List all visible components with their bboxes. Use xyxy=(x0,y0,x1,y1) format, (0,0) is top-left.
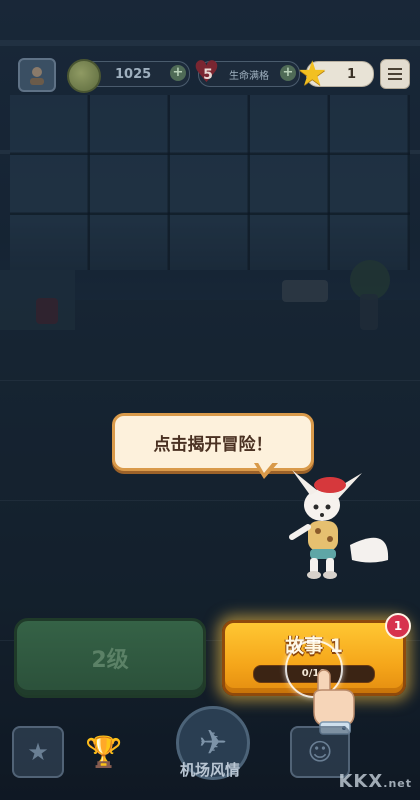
coin-counter: 1025 + xyxy=(67,59,190,93)
watermark-text: KKX xyxy=(338,771,384,792)
avatar-icon xyxy=(30,67,44,85)
top-hud: 1025 + ♥ 5 生命满格 + ★ 1 xyxy=(0,54,420,94)
level-button[interactable]: 2级 xyxy=(14,618,206,698)
hamburger-menu-icon xyxy=(388,68,402,70)
watermark: KKX.net xyxy=(338,771,412,792)
airplane-icon: ✈ xyxy=(198,723,228,763)
lives-counter: ♥ 5 生命满格 + xyxy=(193,58,300,88)
star-count: 1 xyxy=(347,66,357,82)
watermark-suffix: .net xyxy=(383,777,412,790)
lives-count: 5 xyxy=(203,67,213,83)
star-counter: ★ 1 xyxy=(297,54,374,94)
coin-amount: 1025 xyxy=(115,66,152,82)
level-button-label: 2级 xyxy=(91,648,129,673)
menu-button[interactable] xyxy=(380,59,410,89)
notification-badge: 1 xyxy=(385,613,411,639)
add-coins-button[interactable]: + xyxy=(170,65,186,81)
lives-status: 生命满格 xyxy=(229,70,269,82)
speech-bubble-text: 点击揭开冒险！ xyxy=(153,434,273,455)
add-lives-button[interactable]: + xyxy=(280,65,296,81)
coin-icon xyxy=(67,59,101,93)
star-icon: ★ xyxy=(297,54,328,94)
profile-button[interactable] xyxy=(18,58,56,92)
fox-character xyxy=(289,470,389,579)
speech-bubble: 点击揭开冒险！ xyxy=(112,413,314,471)
